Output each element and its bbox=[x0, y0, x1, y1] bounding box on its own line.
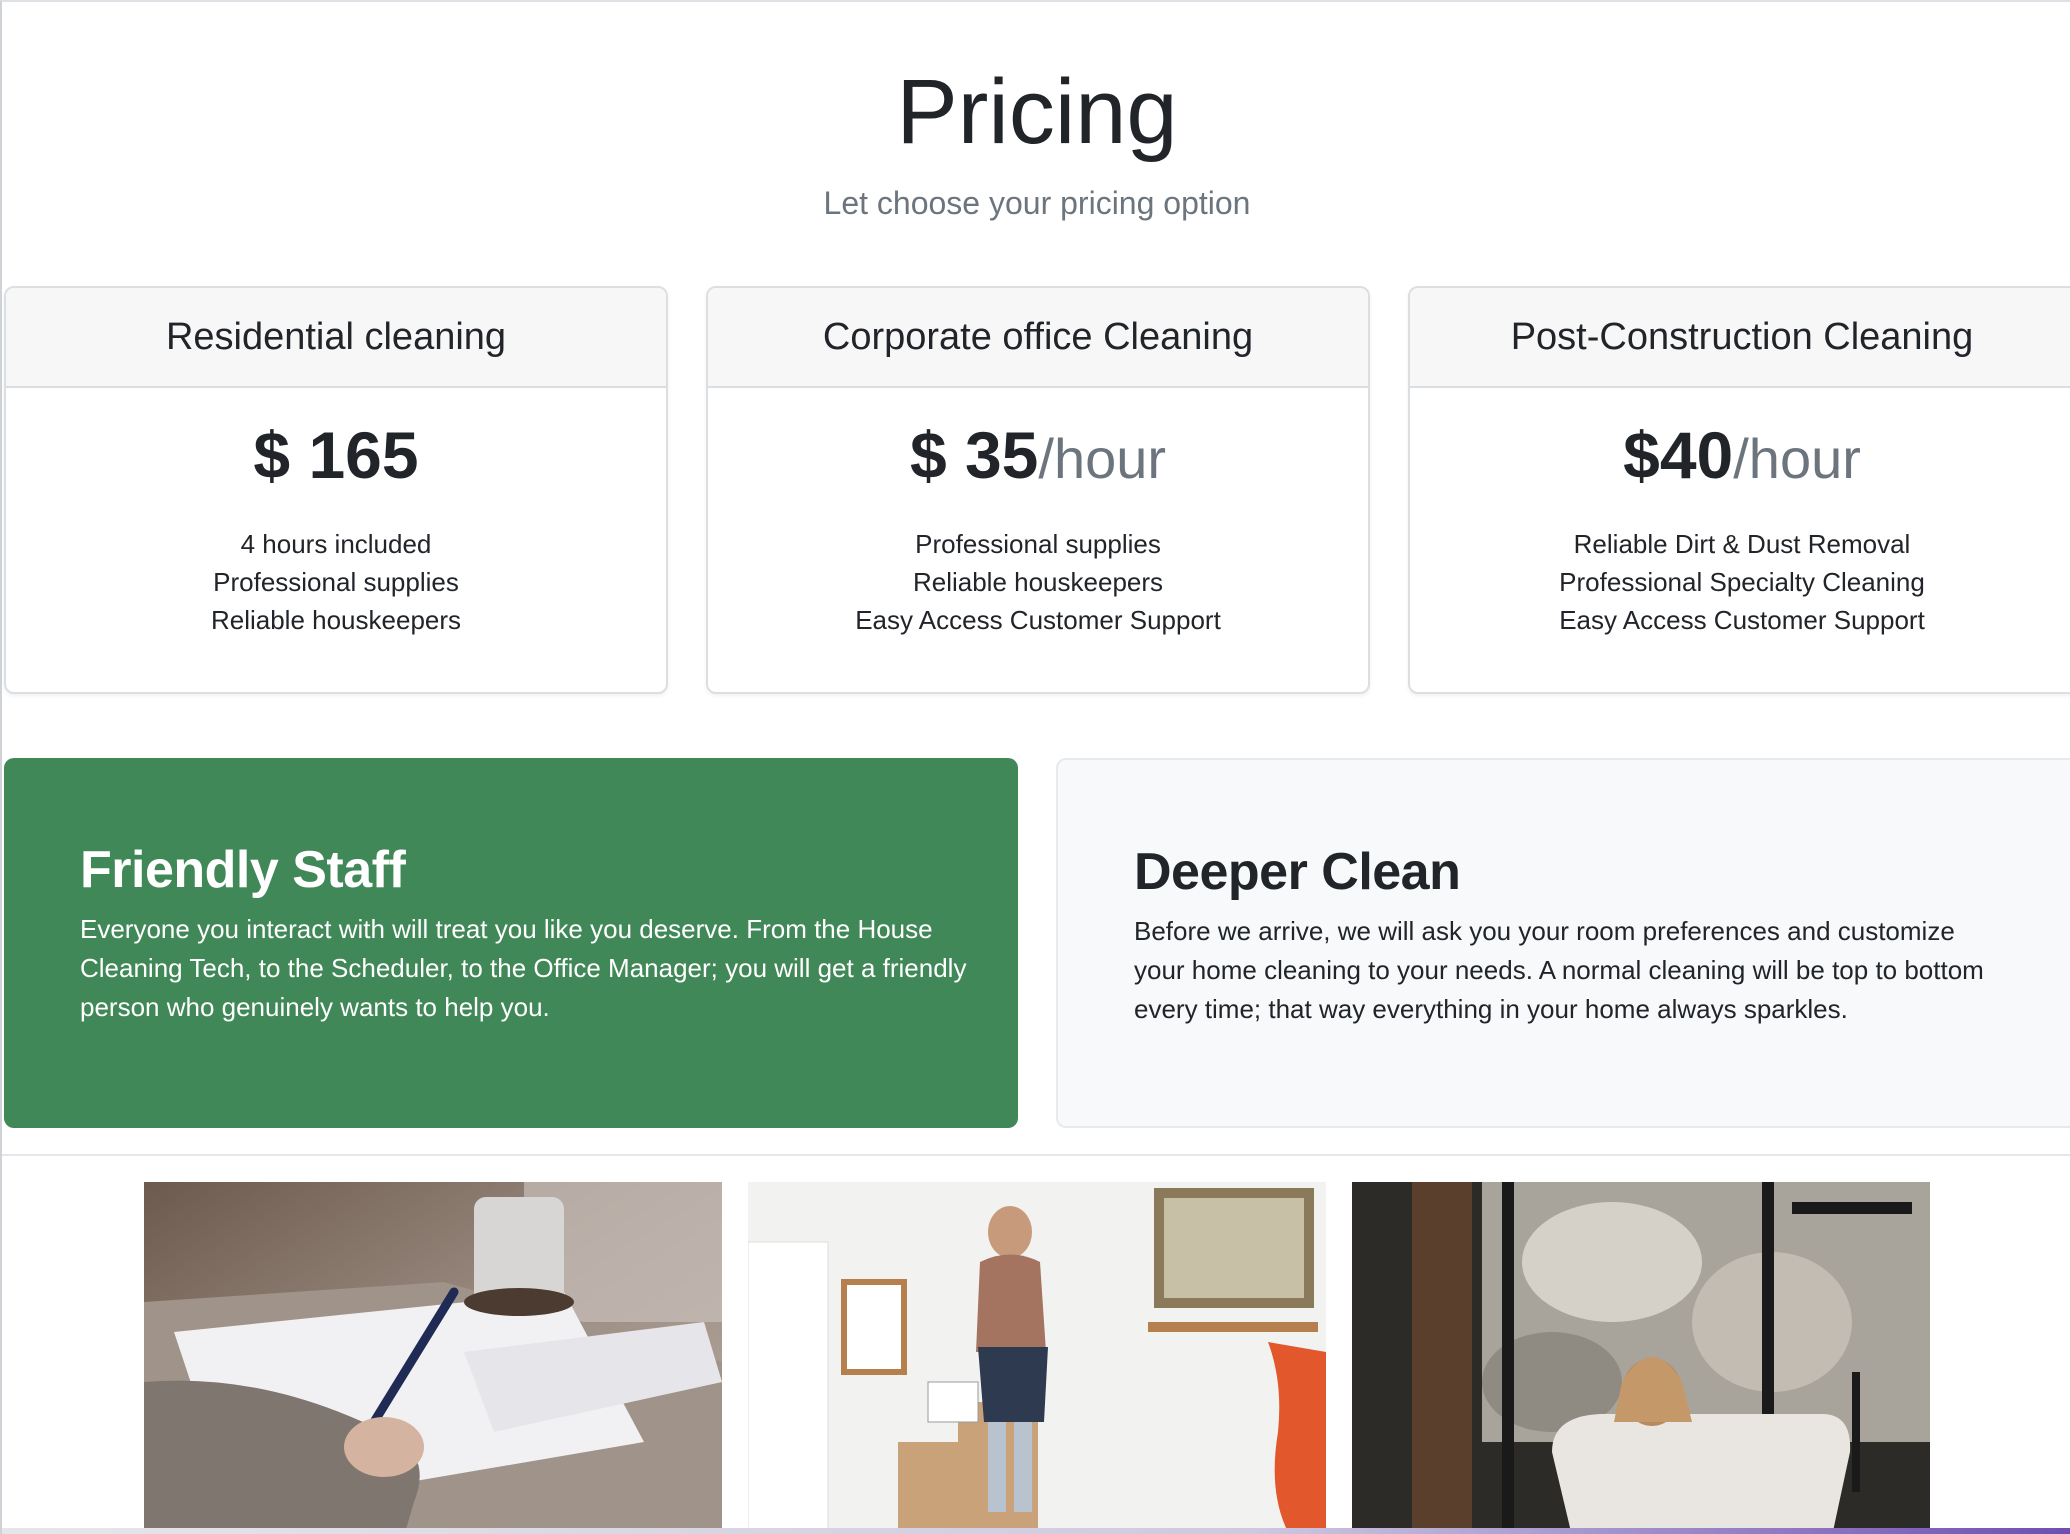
plan-feature: Easy Access Customer Support bbox=[1559, 605, 1925, 636]
plan-features: Professional supplies Reliable houskeepe… bbox=[708, 525, 1368, 639]
pricing-card-post-construction[interactable]: Post-Construction Cleaning $40/hour Reli… bbox=[1408, 286, 2070, 694]
page-subtitle: Let choose your pricing option bbox=[823, 185, 1251, 222]
price-unit: /hour bbox=[1038, 427, 1167, 490]
plan-feature: Easy Access Customer Support bbox=[855, 605, 1221, 636]
plan-feature: Professional supplies bbox=[213, 567, 459, 598]
price-unit: /hour bbox=[1733, 427, 1861, 490]
pricing-card-residential[interactable]: Residential cleaning $ 165 4 hours inclu… bbox=[4, 286, 668, 694]
card-header: Residential cleaning bbox=[6, 288, 666, 388]
plan-features: 4 hours included Professional supplies R… bbox=[6, 525, 666, 639]
card-header: Corporate office Cleaning bbox=[708, 288, 1368, 388]
deeper-clean-text: Before we arrive, we will ask you your r… bbox=[1134, 916, 1984, 1024]
pricing-card-corporate[interactable]: Corporate office Cleaning $ 35/hour Prof… bbox=[706, 286, 1370, 694]
pricing-page: Pricing Let choose your pricing option R… bbox=[0, 0, 2070, 1534]
deeper-clean-block: Deeper Clean Before we arrive, we will a… bbox=[1056, 758, 2070, 1128]
section-divider bbox=[2, 1154, 2070, 1156]
price-amount: $ 165 bbox=[253, 418, 419, 492]
page-title: Pricing bbox=[896, 61, 1178, 163]
plan-feature: Professional Specialty Cleaning bbox=[1559, 567, 1925, 598]
plan-price: $ 35/hour bbox=[708, 416, 1368, 495]
card-body: $40/hour Reliable Dirt & Dust Removal Pr… bbox=[1410, 388, 2070, 639]
window-bottom-edge bbox=[2, 1528, 2070, 1534]
photo-cleaner-on-stairs bbox=[748, 1182, 1326, 1534]
card-body: $ 35/hour Professional supplies Reliable… bbox=[708, 388, 1368, 639]
pricing-cards: Residential cleaning $ 165 4 hours inclu… bbox=[4, 286, 2070, 696]
friendly-staff-block: Friendly Staff Everyone you interact wit… bbox=[4, 758, 1018, 1128]
card-body: $ 165 4 hours included Professional supp… bbox=[6, 388, 666, 639]
plan-feature: 4 hours included bbox=[240, 529, 432, 560]
card-header: Post-Construction Cleaning bbox=[1410, 288, 2070, 388]
plan-feature: Reliable houskeepers bbox=[912, 567, 1164, 598]
deeper-clean-title: Deeper Clean bbox=[1134, 843, 1461, 901]
pricing-header: Pricing Let choose your pricing option bbox=[2, 61, 2070, 222]
friendly-staff-text: Everyone you interact with will treat yo… bbox=[80, 914, 967, 1022]
plan-feature: Reliable Dirt & Dust Removal bbox=[1573, 529, 1911, 560]
friendly-staff-title: Friendly Staff bbox=[80, 841, 406, 899]
plan-features: Reliable Dirt & Dust Removal Professiona… bbox=[1410, 525, 2070, 639]
plan-feature: Professional supplies bbox=[915, 529, 1161, 560]
plan-feature: Reliable houskeepers bbox=[210, 605, 462, 636]
price-amount: $40 bbox=[1623, 418, 1734, 492]
plan-price: $ 165 bbox=[6, 416, 666, 495]
price-amount: $ 35 bbox=[909, 418, 1039, 492]
photo-bathtub-window bbox=[1352, 1182, 1930, 1534]
plan-price: $40/hour bbox=[1410, 416, 2070, 495]
photo-writing-notes bbox=[144, 1182, 722, 1534]
